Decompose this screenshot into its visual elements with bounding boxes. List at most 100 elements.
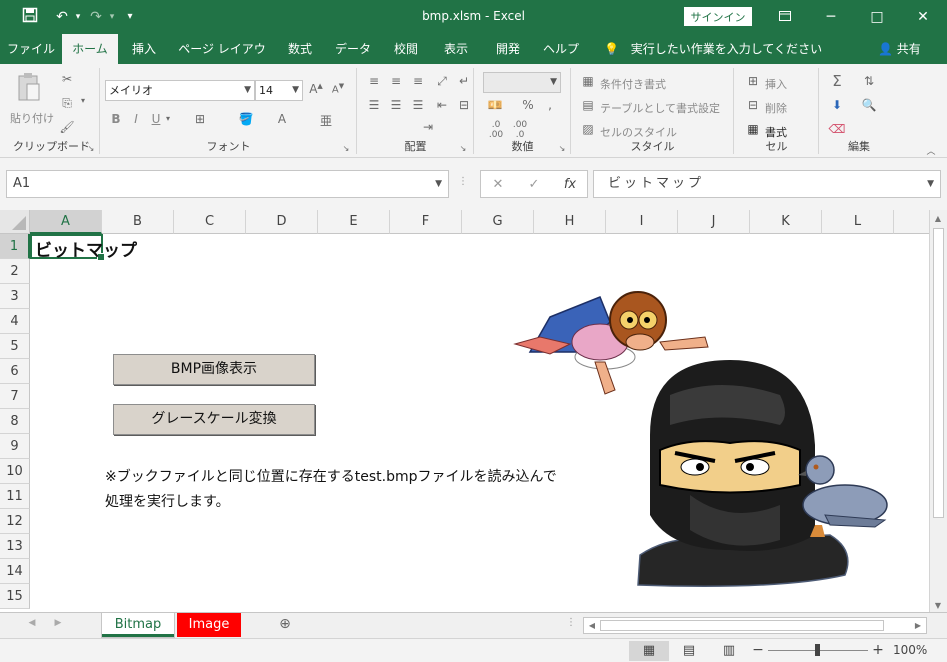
merge-icon[interactable]: ⊟ [456, 98, 472, 112]
sheet-prev-icon[interactable]: ◀ [26, 618, 38, 628]
percent-icon[interactable]: % [519, 98, 537, 112]
bold-icon[interactable]: B [109, 112, 123, 126]
row-header[interactable]: 1 [0, 234, 30, 259]
column-header[interactable]: D [246, 210, 318, 234]
minimize-button[interactable]: ─ [808, 0, 854, 34]
increase-decimal-icon[interactable]: .0.00 [485, 120, 507, 140]
phonetic-icon[interactable]: 亜 [317, 112, 335, 129]
confirm-entry-button[interactable]: ✓ [523, 175, 545, 195]
align-middle-icon[interactable]: ≡ [388, 74, 404, 88]
bmp-show-button[interactable]: BMP画像表示 [113, 354, 315, 385]
row-header[interactable]: 2 [0, 259, 30, 284]
italic-icon[interactable]: I [129, 112, 143, 126]
row-header[interactable]: 7 [0, 384, 30, 409]
tab-page-layout[interactable]: ページ レイアウト [174, 34, 270, 86]
paste-icon[interactable] [16, 72, 42, 106]
tab-file[interactable]: ファイル [4, 34, 58, 64]
close-button[interactable]: ✕ [900, 0, 946, 34]
clear-icon[interactable]: ⌫ [828, 122, 846, 136]
tab-help[interactable]: ヘルプ [536, 34, 586, 64]
underline-icon[interactable]: U [149, 112, 163, 126]
font-size-select[interactable]: 14 ▼ [255, 80, 303, 101]
align-right-icon[interactable]: ☰ [410, 98, 426, 112]
comma-icon[interactable]: , [541, 98, 559, 112]
conditional-format-button[interactable]: 条件付き書式 [600, 76, 666, 92]
tab-home[interactable]: ホーム [62, 34, 118, 64]
decrease-indent-icon[interactable]: ⇤ [434, 98, 450, 112]
tab-view[interactable]: 表示 [434, 34, 478, 64]
column-header[interactable]: J [678, 210, 750, 234]
scroll-right-icon[interactable]: ▶ [910, 621, 926, 630]
row-header[interactable]: 4 [0, 309, 30, 334]
borders-icon[interactable]: ⊞ [191, 112, 209, 126]
align-top-icon[interactable]: ≡ [366, 74, 382, 88]
row-header[interactable]: 6 [0, 359, 30, 384]
scroll-down-icon[interactable]: ▼ [930, 601, 946, 610]
column-header[interactable]: L [822, 210, 894, 234]
underline-dropdown-icon[interactable]: ▾ [163, 114, 173, 123]
row-header[interactable]: 10 [0, 459, 30, 484]
vertical-scrollbar[interactable]: ▲ ▼ [929, 210, 947, 612]
insert-cells-button[interactable]: 挿入 [765, 76, 787, 92]
tab-review[interactable]: 校閲 [384, 34, 428, 64]
increase-indent-icon[interactable]: ⇥ [418, 120, 438, 134]
fill-color-icon[interactable]: 🪣 [237, 112, 255, 126]
format-painter-icon[interactable]: 🖌 [58, 120, 76, 134]
grayscale-button[interactable]: グレースケール変換 [113, 404, 315, 435]
ribbon-display-icon[interactable] [762, 0, 808, 34]
tab-insert[interactable]: 挿入 [122, 34, 166, 64]
vertical-scroll-thumb[interactable] [933, 228, 944, 518]
alignment-launcher-icon[interactable]: ↘ [458, 144, 468, 153]
delete-cells-button[interactable]: 削除 [765, 100, 787, 116]
font-name-select[interactable]: メイリオ ▼ [105, 80, 255, 101]
ninja-pigeon-picture[interactable] [630, 355, 892, 590]
signin-button[interactable]: サインイン [684, 7, 752, 26]
insert-function-button[interactable]: fx [559, 175, 581, 195]
zoom-slider-thumb[interactable] [815, 644, 820, 656]
accounting-icon[interactable]: 💴 [485, 98, 505, 112]
clipboard-launcher-icon[interactable]: ↘ [86, 144, 96, 153]
name-box[interactable]: A1 ▼ [6, 170, 449, 198]
scroll-up-icon[interactable]: ▲ [930, 214, 946, 223]
column-header[interactable]: K [750, 210, 822, 234]
select-all-corner[interactable] [0, 210, 30, 234]
expand-formula-icon[interactable]: ▼ [927, 171, 934, 197]
column-header[interactable]: F [390, 210, 462, 234]
tell-me-box[interactable]: 💡 実行したい作業を入力してください [604, 34, 822, 64]
page-break-view-icon[interactable]: ▥ [709, 641, 749, 661]
formula-input[interactable]: ビットマップ ▼ [593, 170, 941, 198]
maximize-button[interactable]: □ [854, 0, 900, 34]
tab-data[interactable]: データ [328, 34, 378, 64]
row-header[interactable]: 11 [0, 484, 30, 509]
find-icon[interactable]: 🔍 [860, 98, 878, 112]
row-header[interactable]: 14 [0, 559, 30, 584]
formula-bar-grip-icon[interactable]: ⋮ [458, 176, 468, 187]
sheet-tab-bitmap[interactable]: Bitmap [102, 613, 174, 637]
column-header[interactable]: C [174, 210, 246, 234]
increase-font-icon[interactable]: A▲ [307, 82, 325, 96]
cut-icon[interactable]: ✂ [58, 72, 76, 86]
sheet-tab-image[interactable]: Image [177, 613, 241, 637]
zoom-level[interactable]: 100% [893, 643, 927, 657]
page-layout-view-icon[interactable]: ▤ [669, 641, 709, 661]
column-header[interactable]: B [102, 210, 174, 234]
sort-filter-icon[interactable]: ⇅ [860, 74, 878, 88]
align-bottom-icon[interactable]: ≡ [410, 74, 426, 88]
decrease-decimal-icon[interactable]: .00.0 [509, 120, 531, 140]
sheet-next-icon[interactable]: ▶ [52, 618, 64, 628]
cancel-entry-button[interactable]: ✕ [487, 175, 509, 195]
zoom-in-icon[interactable]: + [872, 642, 884, 658]
add-sheet-icon[interactable]: ⊕ [276, 616, 294, 632]
autosum-icon[interactable]: Σ [828, 72, 846, 90]
share-button[interactable]: 👤 共有 [878, 34, 921, 64]
zoom-out-icon[interactable]: − [752, 642, 764, 658]
copy-dropdown-icon[interactable]: ▾ [78, 96, 88, 105]
scroll-left-icon[interactable]: ◀ [584, 621, 600, 630]
column-header[interactable]: E [318, 210, 390, 234]
orientation-icon[interactable]: ⤢ [434, 74, 450, 89]
tab-split-grip-icon[interactable]: ⋮ [566, 617, 576, 628]
wrap-text-icon[interactable]: ↵ [456, 74, 472, 88]
horizontal-scrollbar[interactable]: ◀ ▶ [583, 617, 927, 634]
font-color-icon[interactable]: A [273, 112, 291, 126]
normal-view-icon[interactable]: ▦ [629, 641, 669, 661]
